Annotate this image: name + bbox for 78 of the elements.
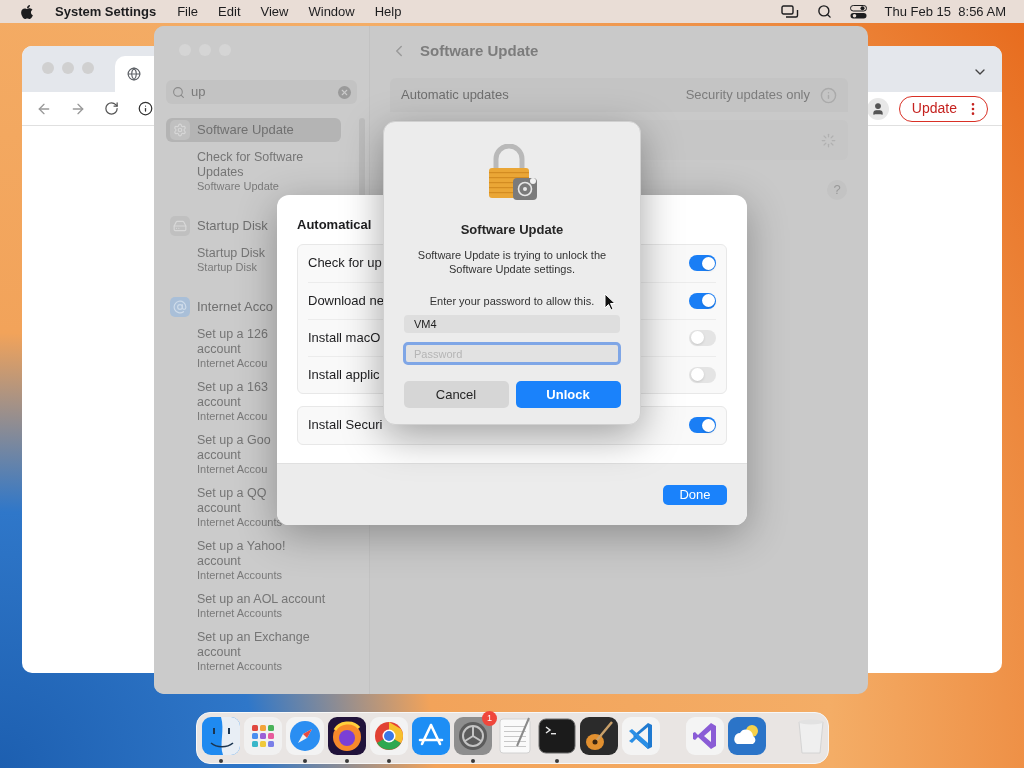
menu-item[interactable]: View [260,1,289,22]
menu-item[interactable]: Window [308,1,355,22]
result-title[interactable]: Set up a 163 [197,380,268,395]
toggle-label: Install Securi [308,416,383,435]
unlock-button[interactable]: Unlock [515,381,621,408]
dialog-prompt: Enter your password to allow this. [429,293,595,309]
info-icon[interactable] [138,101,153,116]
result-subtitle: Internet Accounts [197,569,282,582]
done-button[interactable]: Done [663,484,727,505]
gear-icon [170,120,190,140]
result-title[interactable]: account [197,342,241,357]
browser-tab[interactable] [115,56,154,92]
result-title[interactable]: Set up a QQ [197,486,267,501]
result-subtitle: Software Update [197,180,279,193]
menu-item[interactable]: Help [374,1,402,22]
menu-item[interactable]: File [177,1,199,22]
help-button[interactable]: ? [827,180,847,200]
result-title[interactable]: account [197,645,241,660]
control-center-icon[interactable] [849,4,867,19]
toggle-label: Install macO [308,328,381,347]
cloud-sun-icon[interactable] [727,716,767,756]
profile-icon[interactable] [866,97,889,120]
search-icon[interactable] [816,4,832,19]
app-menu[interactable]: System Settings [55,1,157,22]
dialog-title: Software Update [460,221,564,239]
pointer-icon [604,293,616,311]
stylized-a-icon[interactable] [411,716,451,756]
result-title[interactable]: Startup Disk [197,246,266,261]
result-title[interactable]: Updates [197,165,244,180]
ring-icon[interactable] [327,716,367,756]
username-field[interactable]: VM4 [404,315,620,333]
result-subtitle: Internet Accounts [197,607,282,620]
search-field[interactable]: up [166,80,357,104]
search-icon [172,85,185,99]
sidebar-item[interactable]: Software Update [166,118,341,142]
ribbon-icon[interactable] [621,716,661,756]
globe-icon [127,67,141,81]
result-title[interactable]: account [197,554,241,569]
result-title[interactable]: Set up a Yahoo! [197,539,286,554]
grid-icon[interactable] [243,716,283,756]
infinity-ribbon-icon[interactable] [685,716,725,756]
gear-icon[interactable] [453,716,493,756]
result-subtitle: Internet Accounts [197,660,282,673]
terminal-icon[interactable] [537,716,577,756]
toggle-switch[interactable] [689,292,716,309]
result-subtitle: Internet Accounts [197,516,282,529]
result-title[interactable]: Set up an AOL account [197,592,326,607]
cancel-button[interactable]: Cancel [403,381,509,408]
face-icon[interactable] [201,716,241,756]
result-title[interactable]: Check for Software [197,150,304,165]
result-title[interactable]: account [197,501,241,516]
row-value: Security updates only [685,86,810,105]
result-title[interactable]: account [197,395,241,410]
result-subtitle: Internet Accou [197,357,268,370]
page-title: Software Update [420,40,539,61]
reload-icon[interactable] [104,101,119,116]
screen-mirroring-icon[interactable] [780,4,799,19]
guitar-icon[interactable] [579,716,619,756]
result-subtitle: Internet Accou [197,463,268,476]
result-title[interactable]: Set up a Goo [197,433,271,448]
toggle-label: Install applic [308,365,380,384]
result-title[interactable]: account [197,448,241,463]
at-sign-icon [170,297,190,317]
row-label: Automatic updates [401,86,509,105]
menu-item[interactable]: Edit [218,1,241,22]
toggle-switch[interactable] [689,417,716,433]
apple-icon[interactable] [19,3,35,20]
result-title[interactable]: Set up a 126 [197,327,268,342]
notification-badge: 1 [482,711,497,726]
toggle-switch[interactable] [689,255,716,271]
result-subtitle: Startup Disk [197,261,257,274]
result-subtitle: Internet Accou [197,410,268,423]
toggle-label: Check for up [308,254,382,273]
clock[interactable]: Thu Feb 15 8:56 AM [884,1,1006,22]
result-title[interactable]: Set up an Exchange [197,630,310,645]
toggle-switch[interactable] [689,329,716,346]
dialog-message: Software Update is trying to unlock the Software Update settings. [416,247,608,276]
toggle-switch[interactable] [689,366,716,383]
